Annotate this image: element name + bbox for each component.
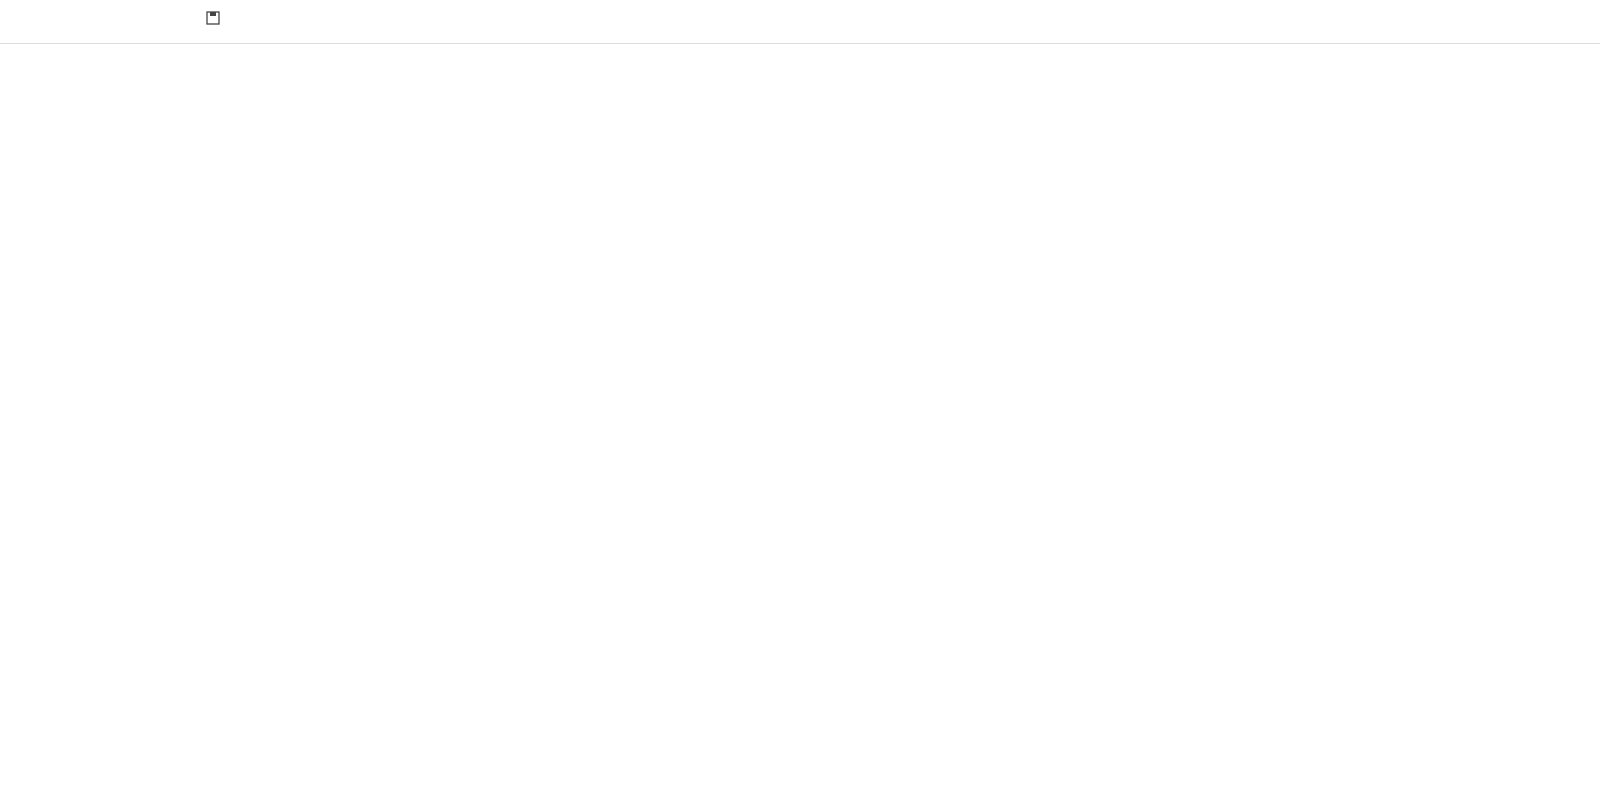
app-window	[0, 0, 1600, 787]
header	[0, 0, 1600, 44]
save-icon[interactable]	[204, 11, 222, 29]
